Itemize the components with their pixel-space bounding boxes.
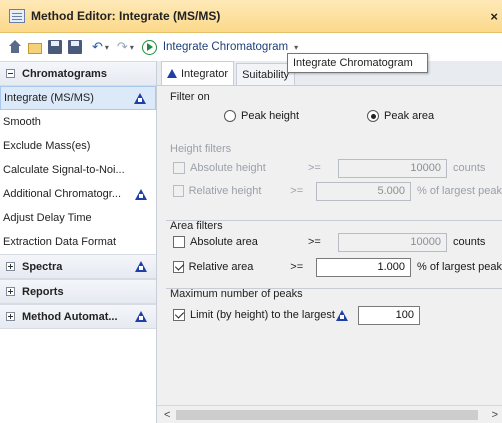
operator: >=: [308, 236, 321, 248]
redo-icon[interactable]: ↷: [117, 39, 128, 55]
method-automation-label: Method Automat...: [22, 310, 118, 323]
unit-label: counts: [453, 236, 486, 248]
filter-on-row: Peak height Peak area: [224, 105, 494, 127]
scroll-right-icon[interactable]: >: [492, 409, 498, 421]
sidebar-item-additional-chromatograms[interactable]: Additional Chromatogr...: [0, 182, 156, 206]
undo-icon[interactable]: ↶: [92, 39, 103, 55]
collapse-icon[interactable]: [6, 69, 15, 78]
warning-icon: [336, 309, 348, 321]
spectra-group-header[interactable]: Spectra: [0, 254, 156, 279]
absolute-area-row: Absolute area >= 10000 counts: [166, 231, 502, 253]
height-filters-title: Height filters: [170, 143, 232, 155]
warning-icon: [135, 311, 147, 322]
tooltip: Integrate Chromatogram: [287, 53, 428, 73]
filter-on-group: Filter on Peak height Peak area: [166, 91, 502, 128]
relative-height-label: Relative height: [188, 185, 262, 197]
open-icon[interactable]: [28, 43, 42, 54]
scrollbar-thumb[interactable]: [176, 410, 478, 420]
warning-icon: [167, 69, 177, 78]
run-dropdown-icon[interactable]: ▾: [294, 43, 298, 52]
limit-peaks-label: Limit (by height) to the largest: [190, 309, 335, 321]
sidebar-item-signal-to-noise[interactable]: Calculate Signal-to-Noi...: [0, 158, 156, 182]
scroll-left-icon[interactable]: <: [164, 409, 170, 421]
peak-area-radio[interactable]: [367, 110, 379, 122]
method-editor-icon: [9, 9, 25, 23]
relative-height-input[interactable]: 5.000: [316, 181, 411, 201]
absolute-area-checkbox[interactable]: [173, 236, 185, 248]
sidebar: Chromatograms Integrate (MS/MS) Smooth E…: [0, 61, 157, 423]
redo-dropdown-icon[interactable]: ▾: [130, 43, 134, 52]
relative-area-label: Relative area: [188, 261, 254, 273]
operator: >=: [290, 261, 304, 273]
window-title: Method Editor: Integrate (MS/MS): [31, 9, 221, 23]
run-icon[interactable]: [141, 39, 157, 55]
home-icon[interactable]: [8, 40, 22, 54]
absolute-height-row: Absolute height >= 10000 counts: [166, 157, 502, 179]
height-filters-group: Height filters Absolute height >= 10000 …: [166, 143, 502, 201]
peak-area-label: Peak area: [384, 110, 435, 122]
expand-icon[interactable]: [6, 287, 15, 296]
operator: >=: [308, 162, 321, 174]
unit-label: counts: [453, 162, 486, 174]
warning-icon: [135, 261, 147, 272]
tab-integrator[interactable]: Integrator: [161, 61, 235, 85]
integrate-settings-panel: Integrator Suitability Filter on Peak he…: [157, 61, 502, 423]
tab-label: Suitability: [242, 68, 290, 81]
tab-label: Integrator: [181, 67, 229, 80]
area-filters-group: Area filters Absolute area >= 10000 coun…: [166, 220, 502, 277]
absolute-area-label: Absolute area: [190, 236, 258, 248]
chromatograms-group-header[interactable]: Chromatograms: [0, 61, 156, 86]
filter-on-title: Filter on: [170, 91, 210, 103]
max-peaks-title: Maximum number of peaks: [170, 288, 303, 300]
expand-icon[interactable]: [6, 262, 15, 271]
sidebar-item-label: Additional Chromatogr...: [3, 188, 122, 200]
peak-height-label: Peak height: [241, 110, 300, 122]
operator: >=: [290, 185, 304, 197]
spectra-label: Spectra: [22, 260, 63, 273]
sidebar-item-adjust-delay-time[interactable]: Adjust Delay Time: [0, 206, 156, 230]
unit-label: % of largest peak: [416, 185, 502, 197]
reports-label: Reports: [22, 285, 64, 298]
save-as-icon[interactable]: [68, 40, 82, 54]
warning-icon: [135, 188, 147, 200]
peak-height-radio[interactable]: [224, 110, 236, 122]
sidebar-item-label: Integrate (MS/MS): [4, 92, 94, 104]
horizontal-scrollbar[interactable]: < >: [157, 405, 502, 423]
limit-peaks-checkbox[interactable]: [173, 309, 185, 321]
chromatograms-label: Chromatograms: [22, 67, 107, 80]
sidebar-item-extraction-data-format[interactable]: Extraction Data Format: [0, 230, 156, 254]
relative-height-row: Relative height >= 5.000 % of largest pe…: [166, 180, 502, 202]
warning-icon: [134, 92, 146, 104]
absolute-height-checkbox[interactable]: [173, 162, 185, 174]
unit-label: % of largest peak: [416, 261, 502, 273]
relative-area-input[interactable]: 1.000: [316, 257, 411, 277]
method-automation-group-header[interactable]: Method Automat...: [0, 304, 156, 329]
sidebar-item-label: Exclude Mass(es): [3, 140, 91, 152]
save-icon[interactable]: [48, 40, 62, 54]
relative-area-checkbox[interactable]: [173, 261, 184, 273]
relative-area-row: Relative area >= 1.000 % of largest peak: [166, 256, 502, 278]
close-icon[interactable]: ×: [490, 9, 498, 24]
expand-icon[interactable]: [6, 312, 15, 321]
sidebar-item-label: Extraction Data Format: [3, 236, 117, 248]
undo-dropdown-icon[interactable]: ▾: [105, 43, 109, 52]
absolute-height-input[interactable]: 10000: [338, 158, 447, 178]
max-peaks-group: Maximum number of peaks Limit (by height…: [166, 288, 502, 328]
sidebar-item-label: Calculate Signal-to-Noi...: [3, 164, 125, 176]
sidebar-item-label: Adjust Delay Time: [3, 212, 92, 224]
sidebar-item-integrate[interactable]: Integrate (MS/MS): [0, 86, 156, 110]
absolute-area-input[interactable]: 10000: [338, 232, 447, 252]
max-peaks-input[interactable]: 100: [358, 305, 420, 325]
absolute-height-label: Absolute height: [190, 162, 266, 174]
integrate-chromatogram-button[interactable]: Integrate Chromatogram: [163, 41, 288, 53]
relative-height-checkbox[interactable]: [173, 185, 184, 197]
title-bar: Method Editor: Integrate (MS/MS) ×: [0, 0, 502, 33]
sidebar-item-smooth[interactable]: Smooth: [0, 110, 156, 134]
sidebar-item-label: Smooth: [3, 116, 41, 128]
limit-peaks-row: Limit (by height) to the largest 100: [166, 304, 502, 326]
reports-group-header[interactable]: Reports: [0, 279, 156, 304]
sidebar-item-exclude-masses[interactable]: Exclude Mass(es): [0, 134, 156, 158]
